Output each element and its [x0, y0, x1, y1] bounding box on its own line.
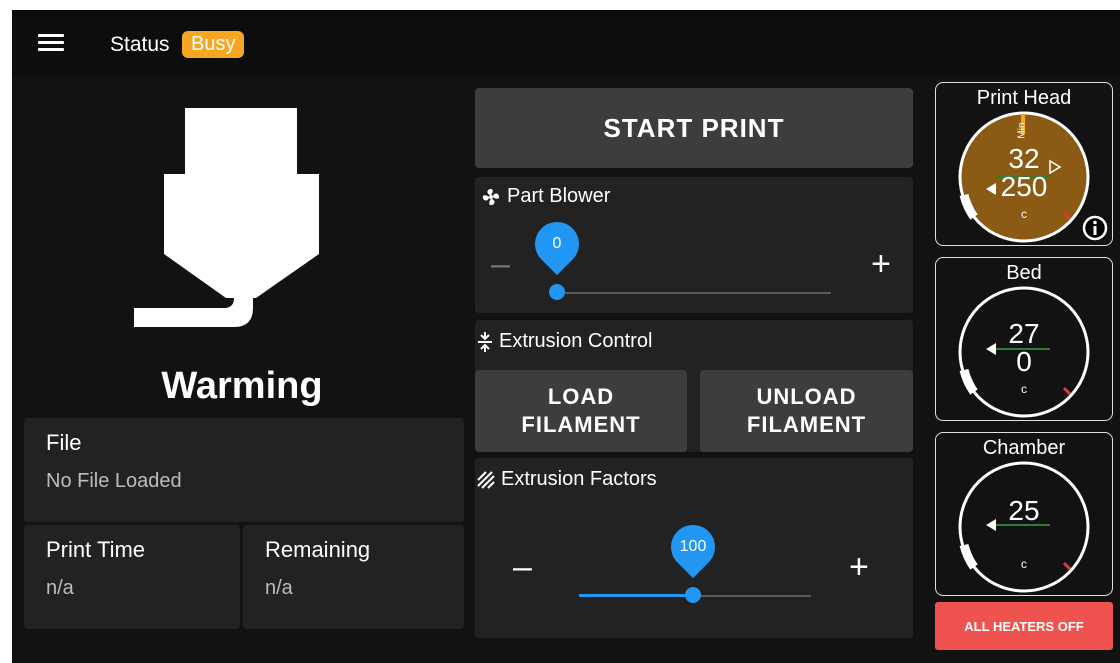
- bed-gauge[interactable]: Bed 27 0 c: [935, 257, 1113, 421]
- chamber-title: Chamber: [982, 437, 1066, 459]
- unload-filament-line-1: UNLOAD: [756, 384, 857, 409]
- print-time-panel: Print Time n/a: [24, 525, 240, 629]
- hatch-icon: [477, 470, 495, 489]
- part-blower-slider-knob[interactable]: [549, 284, 565, 300]
- remaining-label: Remaining: [265, 537, 371, 562]
- start-print-button[interactable]: START PRINT: [475, 88, 913, 168]
- part-blower-label: Part Blower: [507, 185, 611, 207]
- part-blower-title: Part Blower: [481, 185, 610, 208]
- extrusion-control-label: Extrusion Control: [499, 330, 653, 352]
- load-filament-button[interactable]: LOAD FILAMENT: [475, 370, 687, 452]
- chamber-gauge[interactable]: Chamber 25 c: [935, 432, 1113, 596]
- hamburger-menu-icon[interactable]: [38, 34, 64, 52]
- extrusion-factors-panel: Extrusion Factors – 100 +: [475, 458, 913, 638]
- print-head-target-temp: 250: [1000, 171, 1048, 202]
- extrusion-factors-title: Extrusion Factors: [477, 468, 657, 491]
- print-time-label: Print Time: [46, 537, 146, 562]
- load-filament-line-2: FILAMENT: [521, 412, 641, 437]
- part-blower-decrease-button[interactable]: –: [491, 247, 510, 281]
- part-blower-slider-track[interactable]: [557, 292, 831, 294]
- part-blower-increase-button[interactable]: +: [871, 247, 891, 281]
- part-blower-panel: Part Blower – 0 +: [475, 177, 913, 313]
- file-value: No File Loaded: [46, 470, 182, 492]
- load-filament-line-1: LOAD: [547, 384, 615, 409]
- extrusion-factor-increase-button[interactable]: +: [849, 550, 869, 584]
- printer-nozzle-icon: [134, 108, 319, 327]
- unload-filament-line-2: FILAMENT: [746, 412, 867, 437]
- bed-title: Bed: [1006, 262, 1042, 284]
- extrusion-control-panel: Extrusion Control LOAD FILAMENT UNLOAD F…: [475, 320, 913, 452]
- extrusion-factor-slider-knob[interactable]: [685, 587, 701, 603]
- extrusion-factor-value: 100: [679, 538, 707, 555]
- status-badge: Busy: [182, 31, 245, 58]
- print-state: Warming: [161, 365, 323, 407]
- file-panel: File No File Loaded: [24, 418, 464, 522]
- top-bar: Status Busy: [12, 10, 1120, 76]
- app: Status Busy Warming File No File Loaded …: [12, 10, 1120, 663]
- print-time-value: n/a: [46, 577, 74, 599]
- status-label: Status: [110, 33, 170, 56]
- extrusion-factor-slider-fill: [579, 594, 693, 597]
- all-heaters-off-button[interactable]: ALL HEATERS OFF: [935, 602, 1113, 650]
- print-head-title: Print Head: [976, 87, 1072, 109]
- extrusion-factors-label: Extrusion Factors: [501, 468, 657, 490]
- file-label: File: [46, 430, 82, 455]
- fan-icon: [482, 188, 500, 205]
- bed-target-temp: 0: [1016, 346, 1032, 377]
- print-head-gauge[interactable]: Print Head Min 32 250 c: [935, 82, 1113, 246]
- extrusion-control-title: Extrusion Control: [477, 330, 652, 353]
- part-blower-value: 0: [552, 235, 562, 252]
- extrusion-icon: [478, 331, 492, 352]
- remaining-value: n/a: [265, 577, 293, 599]
- chamber-dial: [958, 461, 1090, 593]
- chamber-current-temp: 25: [1008, 495, 1040, 526]
- info-icon[interactable]: [1082, 215, 1108, 241]
- chamber-unit: c: [1021, 557, 1027, 571]
- remaining-panel: Remaining n/a: [243, 525, 464, 629]
- bed-unit: c: [1021, 382, 1027, 396]
- extrusion-factor-decrease-button[interactable]: –: [513, 550, 532, 584]
- unload-filament-button[interactable]: UNLOAD FILAMENT: [700, 370, 913, 452]
- print-head-min-label: Min: [1016, 122, 1028, 139]
